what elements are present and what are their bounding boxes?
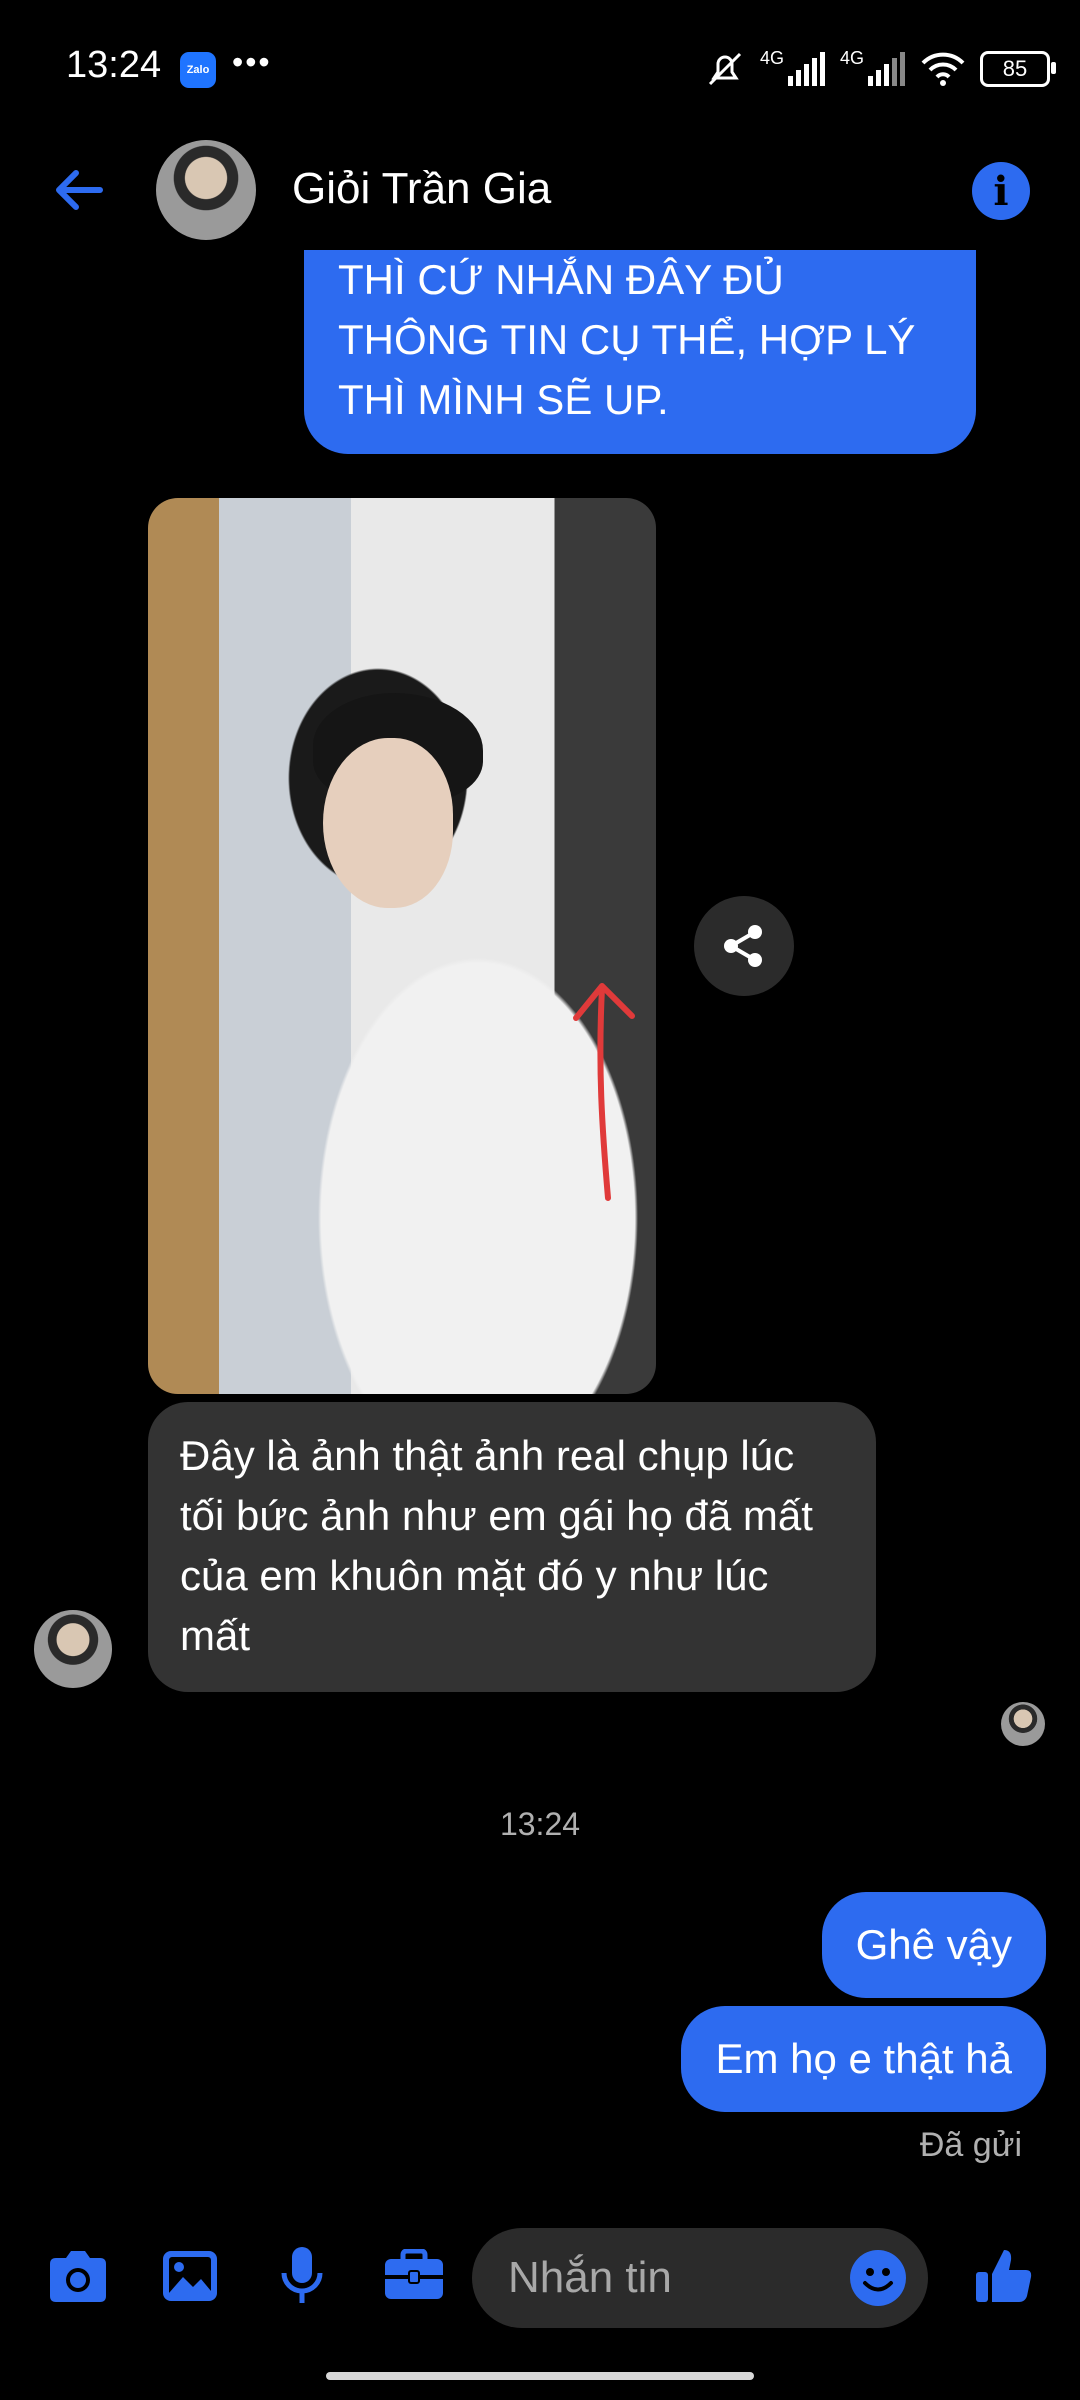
contact-avatar[interactable] <box>156 140 256 240</box>
message-composer <box>0 2220 1080 2330</box>
battery-indicator: 85 <box>980 51 1056 87</box>
photo-message[interactable] <box>148 498 656 1394</box>
incoming-message[interactable]: Đây là ảnh thật ảnh real chụp lúc tối bứ… <box>148 1402 876 1692</box>
emoji-icon[interactable] <box>850 2250 906 2306</box>
microphone-icon[interactable] <box>270 2244 334 2308</box>
red-arrow-annotation <box>573 983 635 1201</box>
status-indicators: 4G 4G 85 <box>704 48 1056 90</box>
zalo-notification-icon: Zalo <box>180 52 216 88</box>
info-icon[interactable]: i <box>972 162 1030 220</box>
seen-indicator-avatar <box>1001 1702 1045 1746</box>
status-bar: 13:24 Zalo ••• 4G 4G 85 <box>0 0 1080 130</box>
network-type-1: 4G <box>759 48 784 68</box>
home-indicator[interactable] <box>326 2372 754 2380</box>
share-icon <box>724 925 762 967</box>
more-notifications-icon: ••• <box>232 44 272 80</box>
outgoing-message[interactable]: THÌ CỨ NHẮN ĐÂY ĐỦ THÔNG TIN CỤ THỂ, HỢP… <box>304 250 976 454</box>
signal-icon-2 <box>868 52 905 86</box>
network-type-2: 4G <box>839 48 864 68</box>
like-icon[interactable] <box>972 2244 1036 2308</box>
wifi-icon <box>921 52 965 86</box>
sender-avatar[interactable] <box>34 1610 112 1688</box>
signal-icon <box>787 52 825 86</box>
gallery-icon[interactable] <box>158 2244 222 2308</box>
camera-icon[interactable] <box>46 2244 110 2308</box>
message-input[interactable] <box>506 2252 810 2304</box>
message-list[interactable]: THÌ CỨ NHẮN ĐÂY ĐỦ THÔNG TIN CỤ THỂ, HỢP… <box>0 250 1080 2210</box>
chat-header: Giỏi Trần Gia i <box>0 130 1080 250</box>
status-time: 13:24 <box>66 44 162 86</box>
sent-status: Đã gửi <box>919 2126 1022 2164</box>
briefcase-icon[interactable] <box>382 2244 446 2308</box>
back-arrow-icon[interactable] <box>48 160 108 220</box>
share-button[interactable] <box>694 896 794 996</box>
message-timestamp: 13:24 <box>499 1806 581 1842</box>
outgoing-message[interactable]: Em họ e thật hả <box>681 2006 1046 2112</box>
message-input-container[interactable] <box>472 2228 928 2328</box>
mute-icon <box>708 52 742 86</box>
outgoing-message[interactable]: Ghê vậy <box>821 1892 1046 1998</box>
contact-name[interactable]: Giỏi Trần Gia <box>292 164 551 214</box>
photo-face-shape <box>323 738 453 908</box>
